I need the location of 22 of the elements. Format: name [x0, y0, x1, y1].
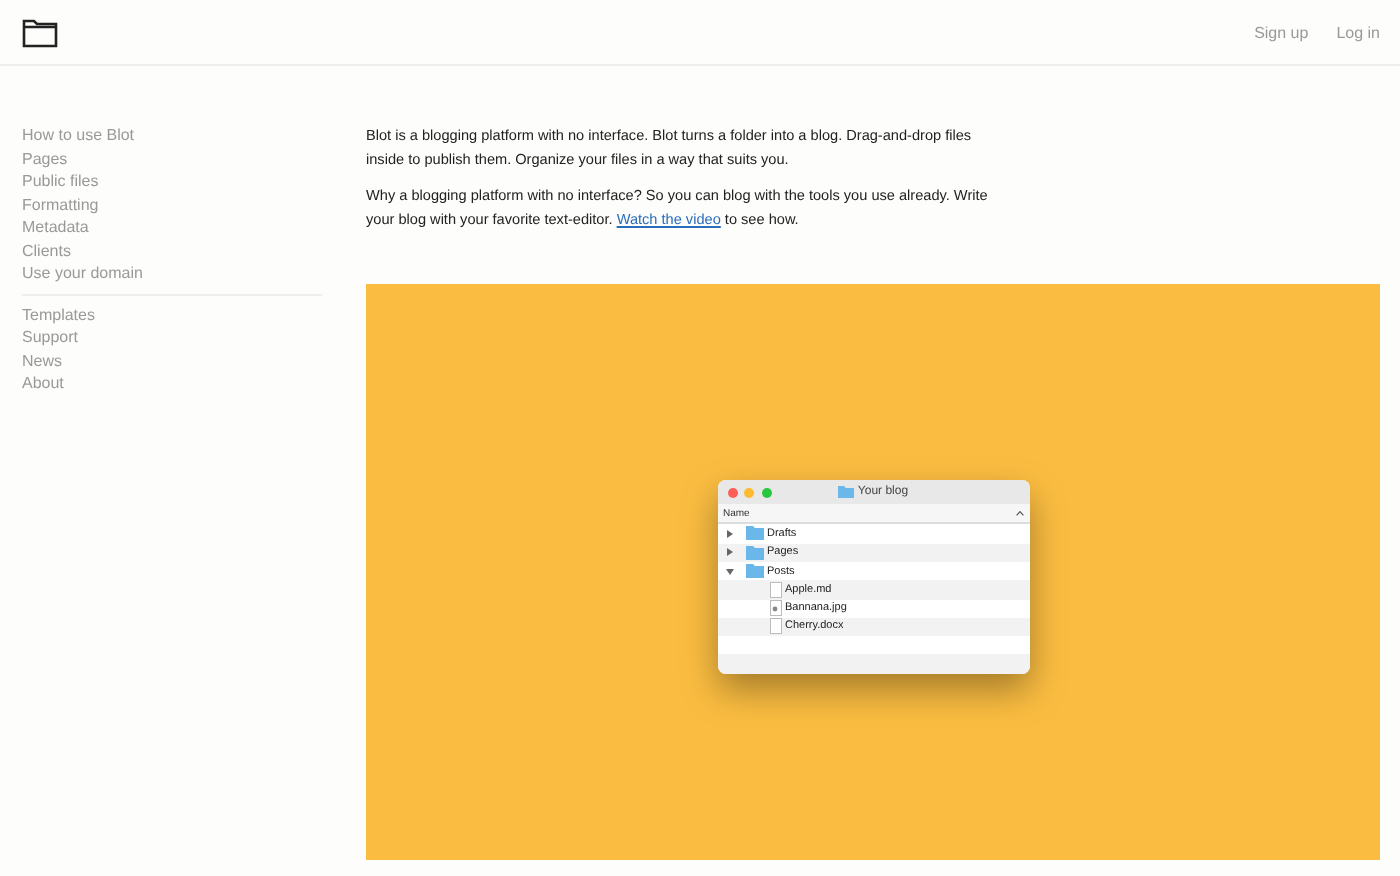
header-link[interactable]: Sign up — [1254, 23, 1309, 41]
folder-icon[interactable] — [22, 17, 58, 47]
header-link[interactable]: Log in — [1336, 23, 1380, 41]
sidebar-link[interactable]: Support — [22, 326, 322, 349]
sidebar-link[interactable]: Formatting — [22, 193, 322, 216]
sidebar-link[interactable]: News — [22, 349, 322, 372]
file-icon — [769, 581, 781, 598]
image-file-icon — [769, 600, 781, 617]
disclosure-icon[interactable] — [725, 529, 733, 538]
folder-icon — [837, 486, 854, 499]
disclosure-icon[interactable] — [725, 567, 733, 576]
disclosure-icon[interactable] — [725, 548, 733, 557]
sidebar-link[interactable]: Clients — [22, 239, 322, 262]
sidebar-link[interactable]: Templates — [22, 303, 322, 326]
file-icon — [769, 618, 781, 635]
sidebar-link[interactable]: Public files — [22, 170, 322, 193]
sidebar-link[interactable]: Pages — [22, 147, 322, 170]
sidebar-link[interactable]: About — [22, 372, 322, 395]
sidebar-link[interactable]: Metadata — [22, 216, 322, 239]
sidebar-link[interactable]: Use your domain — [22, 262, 322, 285]
sort-caret-icon[interactable] — [1015, 510, 1023, 517]
sidebar-link[interactable]: How to use Blot — [22, 124, 322, 147]
